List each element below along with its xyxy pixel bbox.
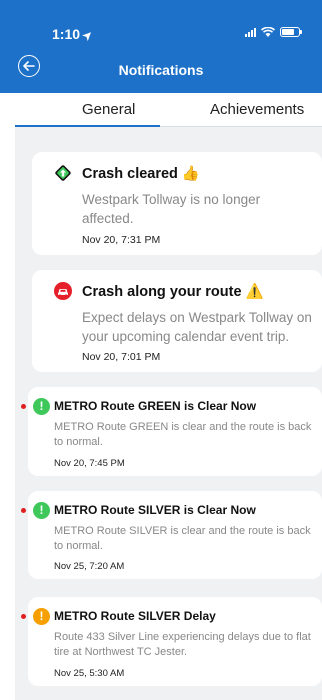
notification-time: Nov 20, 7:45 PM <box>54 458 125 469</box>
battery-icon <box>280 27 302 37</box>
status-icons <box>245 27 302 37</box>
wifi-icon <box>261 27 275 37</box>
notification-time: Nov 20, 7:31 PM <box>82 234 161 246</box>
tab-bar: General Achievements <box>15 93 322 127</box>
notification-message: Expect delays on Westpark Tollway on you… <box>82 310 312 344</box>
notification-title: METRO Route SILVER is Clear Now <box>54 503 256 517</box>
notification-card[interactable]: ! METRO Route SILVER is Clear Now METRO … <box>21 491 322 579</box>
notification-time: Nov 25, 5:30 AM <box>54 668 125 679</box>
warning-icon: ⚠️ <box>245 284 264 300</box>
notification-time: Nov 25, 7:20 AM <box>54 561 125 572</box>
notification-message: METRO Route SILVER is clear and the rout… <box>54 525 311 552</box>
car-crash-icon <box>54 282 72 300</box>
left-margin <box>0 127 15 700</box>
unread-dot <box>21 404 26 409</box>
status-time: 1:10➤ <box>52 26 96 44</box>
location-arrow-icon: ➤ <box>80 28 96 44</box>
notification-title: Crash along your route ⚠️ <box>82 284 264 300</box>
info-green-icon: ! <box>33 398 50 415</box>
notification-message: Westpark Tollway is no longer affected. <box>82 192 261 226</box>
notification-message: Route 433 Silver Line experiencing delay… <box>54 631 311 658</box>
cellular-signal-icon <box>245 27 256 37</box>
notification-card[interactable]: Crash cleared 👍 Westpark Tollway is no lo… <box>32 152 322 255</box>
page-title: Notifications <box>118 62 204 78</box>
tab-general[interactable]: General <box>82 101 135 118</box>
notification-time: Nov 20, 7:01 PM <box>82 351 161 363</box>
thumbs-up-icon: 👍 <box>181 166 200 182</box>
notification-title: METRO Route SILVER Delay <box>54 609 216 623</box>
tab-achievements[interactable]: Achievements <box>210 101 304 118</box>
info-green-icon: ! <box>33 502 50 519</box>
notification-title: METRO Route GREEN is Clear Now <box>54 399 257 413</box>
warning-orange-icon: ! <box>33 608 50 625</box>
app-header: 1:10➤ Notifications <box>0 0 322 93</box>
notification-card[interactable]: Crash along your route ⚠️ Expect delays o… <box>32 270 322 372</box>
notification-message: METRO Route GREEN is clear and the route… <box>54 421 312 448</box>
notification-card[interactable]: ! METRO Route SILVER Delay Route 433 Sil… <box>21 597 322 686</box>
notification-title: Crash cleared 👍 <box>82 166 200 182</box>
unread-dot <box>21 614 26 619</box>
unread-dot <box>21 508 26 513</box>
traffic-cleared-icon <box>54 164 72 182</box>
notification-card[interactable]: ! METRO Route GREEN is Clear Now METRO R… <box>21 387 322 476</box>
